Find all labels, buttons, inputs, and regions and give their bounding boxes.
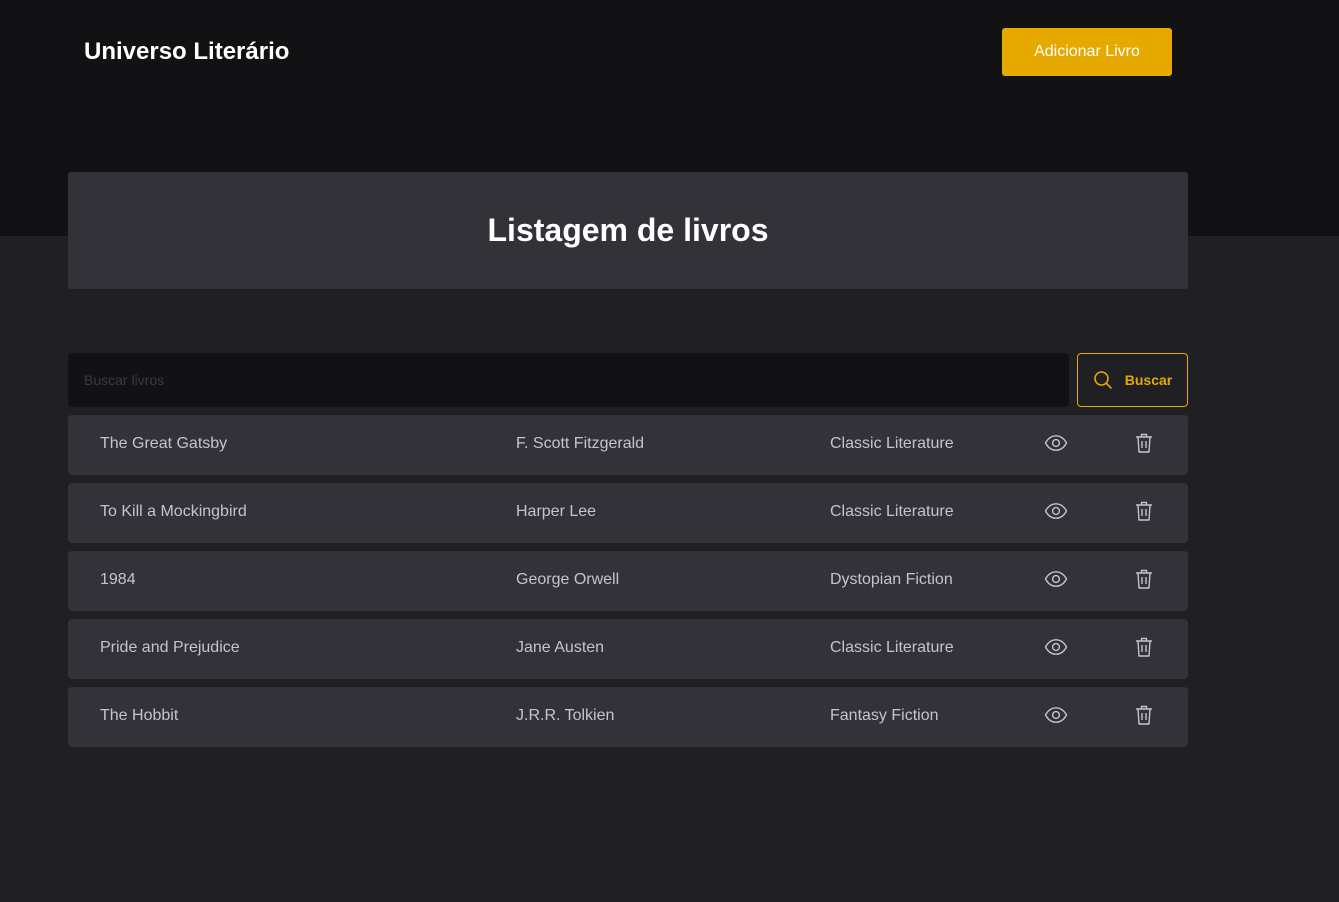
- trash-icon: [1132, 635, 1156, 662]
- trash-icon: [1132, 499, 1156, 526]
- book-row: The Great Gatsby F. Scott Fitzgerald Cla…: [68, 415, 1188, 475]
- search-input[interactable]: [68, 353, 1069, 407]
- book-row: To Kill a Mockingbird Harper Lee Classic…: [68, 483, 1188, 543]
- search-button[interactable]: Buscar: [1077, 353, 1188, 407]
- book-genre: Classic Literature: [830, 503, 954, 520]
- page-title-card: Listagem de livros: [68, 172, 1188, 289]
- view-book-button[interactable]: [1043, 431, 1069, 457]
- view-book-button[interactable]: [1043, 635, 1069, 661]
- eye-icon: [1044, 703, 1068, 730]
- book-genre: Classic Literature: [830, 435, 954, 452]
- book-row: 1984 George Orwell Dystopian Fiction: [68, 551, 1188, 611]
- book-genre: Fantasy Fiction: [830, 707, 939, 724]
- trash-icon: [1132, 703, 1156, 730]
- book-title: Pride and Prejudice: [100, 639, 240, 656]
- view-book-button[interactable]: [1043, 703, 1069, 729]
- delete-book-button[interactable]: [1131, 567, 1157, 593]
- trash-icon: [1132, 567, 1156, 594]
- book-list: The Great Gatsby F. Scott Fitzgerald Cla…: [68, 415, 1188, 755]
- book-genre: Classic Literature: [830, 639, 954, 656]
- search-icon: [1093, 370, 1113, 390]
- eye-icon: [1044, 431, 1068, 458]
- book-row: The Hobbit J.R.R. Tolkien Fantasy Fictio…: [68, 687, 1188, 747]
- book-title: To Kill a Mockingbird: [100, 503, 247, 520]
- book-row: Pride and Prejudice Jane Austen Classic …: [68, 619, 1188, 679]
- view-book-button[interactable]: [1043, 499, 1069, 525]
- book-author: George Orwell: [516, 571, 620, 588]
- brand-title: Universo Literário: [84, 38, 290, 65]
- book-title: 1984: [100, 571, 136, 588]
- book-genre: Dystopian Fiction: [830, 571, 953, 588]
- search-button-label: Buscar: [1124, 372, 1173, 388]
- trash-icon: [1132, 431, 1156, 458]
- add-book-button[interactable]: Adicionar Livro: [1002, 28, 1172, 76]
- page-title: Listagem de livros: [487, 212, 769, 248]
- book-author: F. Scott Fitzgerald: [516, 435, 645, 452]
- book-author: Harper Lee: [516, 503, 597, 520]
- eye-icon: [1044, 635, 1068, 662]
- book-author: J.R.R. Tolkien: [516, 707, 615, 724]
- book-title: The Hobbit: [100, 707, 179, 724]
- delete-book-button[interactable]: [1131, 431, 1157, 457]
- delete-book-button[interactable]: [1131, 635, 1157, 661]
- book-title: The Great Gatsby: [100, 435, 228, 452]
- delete-book-button[interactable]: [1131, 499, 1157, 525]
- view-book-button[interactable]: [1043, 567, 1069, 593]
- delete-book-button[interactable]: [1131, 703, 1157, 729]
- book-author: Jane Austen: [516, 639, 605, 656]
- eye-icon: [1044, 499, 1068, 526]
- eye-icon: [1044, 567, 1068, 594]
